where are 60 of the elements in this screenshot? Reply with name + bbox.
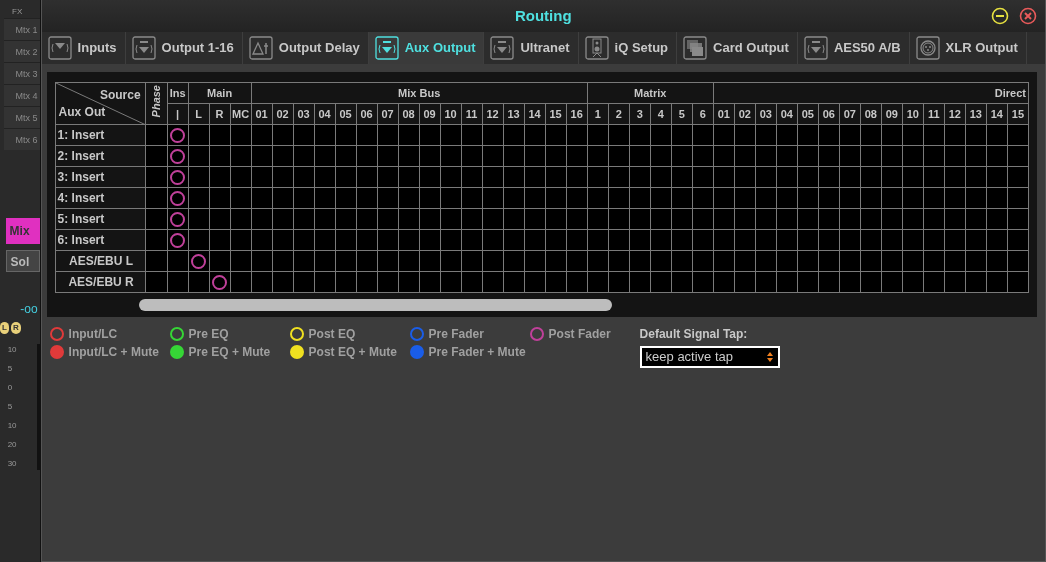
minimize-button[interactable] bbox=[991, 7, 1009, 25]
matrix-label[interactable]: Mtx 5 bbox=[3, 106, 40, 128]
row-label: 5: Insert bbox=[55, 208, 146, 230]
tab-icon bbox=[683, 36, 708, 60]
default-tap-label: Default Signal Tap: bbox=[639, 326, 749, 343]
column-group-header: Ins bbox=[167, 82, 189, 104]
scale-label: 10 bbox=[7, 420, 17, 432]
source-header: Source bbox=[99, 87, 141, 104]
tab[interactable]: Aux Output bbox=[368, 32, 485, 64]
row-label: 2: Insert bbox=[55, 145, 146, 167]
legend-label: Post EQ + Mute bbox=[308, 344, 397, 361]
row-label: 4: Insert bbox=[55, 187, 146, 209]
tab-icon bbox=[803, 36, 828, 60]
legend-label: Pre Fader + Mute bbox=[428, 344, 526, 361]
scale-label: 5 bbox=[7, 363, 14, 375]
legend-label: Input/LC + Mute bbox=[68, 344, 159, 361]
window-title: Routing bbox=[514, 5, 572, 26]
matrix-label[interactable]: Mtx 2 bbox=[3, 40, 40, 62]
matrix-label[interactable]: Mtx 4 bbox=[3, 84, 40, 106]
legend-label: Pre EQ + Mute bbox=[188, 344, 271, 361]
column-group-header: Main bbox=[188, 82, 252, 104]
tab-icon bbox=[131, 36, 156, 60]
caret-icon bbox=[765, 351, 774, 363]
tab-icon bbox=[490, 36, 515, 60]
row-label: AES/EBU L bbox=[55, 250, 146, 272]
column-group-header: Direct bbox=[713, 82, 1029, 104]
phase-header: Phase bbox=[148, 85, 163, 118]
legend-label: Post EQ bbox=[308, 326, 356, 343]
solo-button[interactable]: Sol bbox=[5, 250, 40, 272]
close-button[interactable] bbox=[1019, 7, 1037, 25]
target-header: Aux Out bbox=[58, 104, 106, 121]
legend-label: Pre Fader bbox=[428, 326, 484, 343]
tab-icon bbox=[584, 36, 609, 60]
tab-icon bbox=[915, 36, 940, 60]
signal-tap-dropdown[interactable]: keep active tap bbox=[639, 346, 780, 368]
legend-label: Post Fader bbox=[548, 326, 611, 343]
scale-label: 10 bbox=[7, 344, 17, 356]
fx-label: FX bbox=[12, 6, 23, 18]
row-label: 6: Insert bbox=[55, 229, 146, 251]
legend-label: Pre EQ bbox=[188, 326, 229, 343]
pan-label: R bbox=[10, 322, 21, 334]
level-reading: -oo bbox=[20, 301, 39, 318]
tab-icon bbox=[248, 36, 273, 60]
scale-label: 20 bbox=[7, 439, 17, 451]
row-label: 3: Insert bbox=[55, 166, 146, 188]
row-label: AES/EBU R bbox=[55, 271, 146, 293]
matrix-label[interactable]: Mtx 1 bbox=[3, 18, 40, 40]
column-group-header: Matrix bbox=[587, 82, 714, 104]
tab-icon bbox=[47, 36, 72, 60]
column-group-header: Mix Bus bbox=[251, 82, 588, 104]
matrix-label[interactable]: Mtx 6 bbox=[3, 128, 40, 150]
matrix-label[interactable]: Mtx 3 bbox=[3, 62, 40, 84]
tab-icon bbox=[374, 36, 399, 60]
pan-label: L bbox=[0, 322, 9, 334]
scale-label: 30 bbox=[7, 458, 17, 470]
scale-label: 5 bbox=[7, 401, 14, 413]
legend-label: Input/LC bbox=[68, 326, 118, 343]
scale-label: 0 bbox=[7, 382, 14, 394]
scrollbar-thumb[interactable] bbox=[138, 299, 612, 311]
row-label: 1: Insert bbox=[55, 124, 146, 146]
